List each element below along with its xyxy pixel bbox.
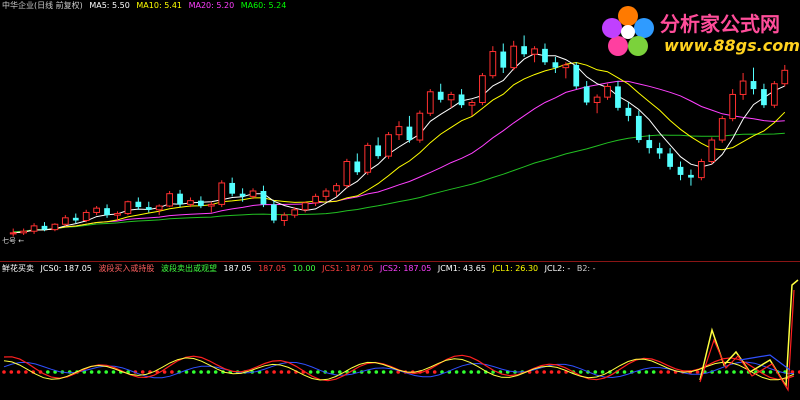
- chart-window[interactable]: 中华企业(日线 前复权) MA5: 5.50 MA10: 5.41 MA20: …: [0, 0, 800, 400]
- signal-dot: [46, 370, 50, 374]
- signal-dot: [104, 370, 108, 374]
- watermark-url: www.88gs.com: [664, 36, 800, 55]
- value-1: 187.05: [223, 264, 252, 273]
- main-header: 中华企业(日线 前复权) MA5: 5.50 MA10: 5.41 MA20: …: [2, 0, 290, 12]
- signal-dot: [659, 370, 663, 374]
- signal-dot: [97, 370, 101, 374]
- signal-dot: [374, 370, 379, 374]
- signal-dot: [367, 370, 371, 374]
- signal-dot: [308, 370, 313, 374]
- signal-dot: [2, 370, 6, 374]
- jcm1-value: JCM1: 43.65: [437, 264, 486, 273]
- signal-dot: [578, 370, 583, 374]
- signal-dot: [432, 370, 437, 374]
- indicator-chart[interactable]: [0, 0, 800, 400]
- jcs1-value: JCS1: 187.05: [322, 264, 374, 273]
- signal-dot: [549, 370, 554, 374]
- signal-dot: [724, 370, 729, 374]
- signal-dot: [67, 370, 72, 374]
- signal-dot: [9, 370, 14, 374]
- signal-dot: [469, 370, 474, 374]
- signal-dot: [476, 370, 481, 374]
- signal-dot: [535, 370, 539, 374]
- signal-dot: [454, 370, 459, 374]
- buy-signal-label: 波段买入或持股: [98, 264, 155, 273]
- signal-dot: [89, 370, 94, 374]
- signal-dot: [206, 370, 211, 374]
- ma20-value: MA20: 5.20: [188, 1, 235, 10]
- signal-dot: [732, 370, 736, 374]
- signal-dot: [24, 370, 28, 374]
- signal-dot: [542, 370, 546, 374]
- signal-dot: [279, 370, 284, 374]
- indicator-name: 鲜花买卖: [2, 264, 34, 273]
- signal-dot: [286, 370, 291, 374]
- flower-logo-icon: [602, 6, 654, 56]
- signal-dot: [111, 370, 116, 374]
- signal-dot: [140, 370, 145, 374]
- ma60-value: MA60: 5.24: [240, 1, 287, 10]
- ma5-value: MA5: 5.50: [89, 1, 130, 10]
- jcl2-value: JCL2: -: [544, 264, 571, 273]
- value-3: 10.00: [292, 264, 316, 273]
- signal-dot: [170, 370, 174, 374]
- signal-dot: [265, 370, 269, 374]
- jcs2-value: JCS2: 187.05: [379, 264, 432, 273]
- signal-dot: [768, 370, 773, 374]
- value-2: 187.05: [258, 264, 287, 273]
- indicator-header: 鲜花买卖 JCS0: 187.05 波段买入或持股 波段卖出或观望 187.05…: [2, 263, 600, 275]
- signal-dot: [16, 370, 21, 374]
- jcl1-value: JCL1: 26.30: [492, 264, 539, 273]
- signal-dot: [600, 370, 605, 374]
- signal-dot: [593, 370, 598, 374]
- signal-dot: [717, 370, 722, 374]
- panel-divider[interactable]: [0, 261, 800, 262]
- sell-signal-label: 波段卖出或观望: [160, 264, 217, 273]
- signal-dot: [557, 370, 561, 374]
- stock-title: 中华企业(日线 前复权): [2, 1, 83, 10]
- signal-dot: [389, 370, 393, 374]
- signal-dot: [651, 370, 656, 374]
- signal-dot: [622, 370, 627, 374]
- signal-dot: [381, 370, 386, 374]
- watermark-title: 分析家公式网: [660, 12, 780, 36]
- signal-dot: [666, 370, 671, 374]
- signal-dot: [192, 370, 196, 374]
- signal-dot: [199, 370, 203, 374]
- signal-dot: [330, 370, 335, 374]
- price-axis-label: 七号 ←: [2, 237, 25, 245]
- watermark-logo: 分析家公式网 www.88gs.com: [598, 2, 800, 58]
- signal-dot: [462, 370, 466, 374]
- signal-dot: [644, 370, 649, 374]
- ma10-value: MA10: 5.41: [136, 1, 183, 10]
- b2-value: B2: -: [576, 264, 596, 273]
- signal-dot: [316, 370, 320, 374]
- jcs0-value: JCS0: 187.05: [40, 264, 92, 273]
- signal-dot: [213, 370, 218, 374]
- signal-dot: [739, 370, 744, 374]
- signal-dot: [272, 370, 276, 374]
